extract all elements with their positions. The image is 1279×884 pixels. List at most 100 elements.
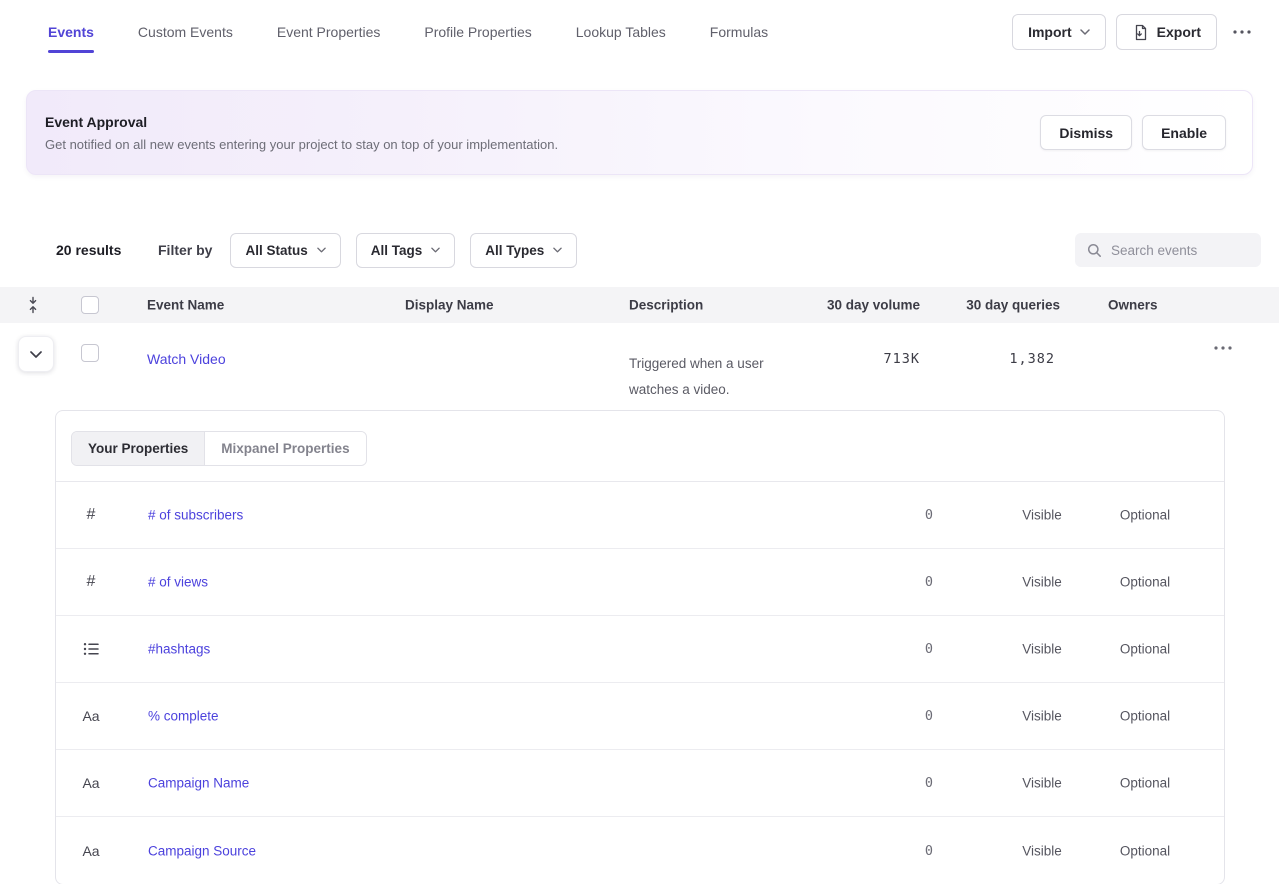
property-name-link[interactable]: % complete <box>148 709 219 724</box>
visibility-select[interactable]: Visible <box>992 575 1092 590</box>
filter-bar: 20 results Filter by All Status All Tags… <box>0 232 1279 268</box>
visibility-select[interactable]: Visible <box>992 508 1092 523</box>
chevron-down-icon <box>30 351 42 358</box>
select-all-checkbox[interactable] <box>81 296 99 314</box>
property-row: #hashtags 0 Visible Optional <box>56 616 1224 683</box>
top-nav: Events Custom Events Event Properties Pr… <box>0 0 1279 64</box>
export-icon <box>1132 24 1149 41</box>
visibility-select[interactable]: Visible <box>992 843 1092 858</box>
filter-by-label: Filter by <box>158 242 212 258</box>
event-queries: 1,382 <box>905 351 1055 367</box>
search-icon <box>1087 243 1102 258</box>
results-count: 20 results <box>56 242 134 258</box>
tab-events[interactable]: Events <box>48 24 94 40</box>
more-icon <box>1214 346 1232 350</box>
property-name-link[interactable]: # of subscribers <box>148 508 243 523</box>
requirement-select[interactable]: Optional <box>1095 709 1195 724</box>
status-filter-dropdown[interactable]: All Status <box>230 233 340 268</box>
property-count: 0 <box>734 843 934 859</box>
enable-button[interactable]: Enable <box>1142 115 1226 150</box>
tags-filter-dropdown[interactable]: All Tags <box>356 233 456 268</box>
types-filter-dropdown[interactable]: All Types <box>470 233 577 268</box>
chevron-down-icon <box>1080 29 1090 35</box>
text-type-icon: Aa <box>76 843 106 859</box>
property-count: 0 <box>734 775 934 791</box>
event-name-link[interactable]: Watch Video <box>147 351 226 367</box>
column-30-day-volume: 30 day volume <box>770 298 920 313</box>
text-type-icon: Aa <box>76 775 106 791</box>
number-type-icon: # <box>76 573 106 591</box>
column-display-name: Display Name <box>405 298 494 313</box>
requirement-select[interactable]: Optional <box>1095 843 1195 858</box>
property-name-link[interactable]: Campaign Source <box>148 843 256 858</box>
column-event-name: Event Name <box>147 298 224 313</box>
properties-panel: Your Properties Mixpanel Properties # # … <box>55 410 1225 884</box>
export-button-label: Export <box>1157 24 1201 40</box>
property-count: 0 <box>734 574 934 590</box>
visibility-select[interactable]: Visible <box>992 642 1092 657</box>
status-filter-label: All Status <box>245 243 307 258</box>
property-count: 0 <box>734 641 934 657</box>
property-row: Aa % complete 0 Visible Optional <box>56 683 1224 750</box>
row-actions-button[interactable] <box>1206 338 1240 358</box>
text-type-icon: Aa <box>76 708 106 724</box>
tab-mixpanel-properties[interactable]: Mixpanel Properties <box>205 432 365 465</box>
export-button[interactable]: Export <box>1116 14 1217 50</box>
chevron-down-icon <box>317 247 326 253</box>
column-30-day-queries: 30 day queries <box>905 298 1060 313</box>
column-description: Description <box>629 298 703 313</box>
property-count: 0 <box>734 708 934 724</box>
property-name-link[interactable]: #hashtags <box>148 642 210 657</box>
table-header: Event Name Display Name Description 30 d… <box>0 287 1279 323</box>
lexicon-page: Events Custom Events Event Properties Pr… <box>0 0 1279 884</box>
tab-formulas[interactable]: Formulas <box>710 24 768 40</box>
property-name-link[interactable]: # of views <box>148 575 208 590</box>
property-row: # # of views 0 Visible Optional <box>56 549 1224 616</box>
tab-profile-properties[interactable]: Profile Properties <box>424 24 531 40</box>
collapse-all-icon <box>26 297 40 314</box>
tab-custom-events[interactable]: Custom Events <box>138 24 233 40</box>
banner-description: Get notified on all new events entering … <box>45 137 558 152</box>
requirement-select[interactable]: Optional <box>1095 575 1195 590</box>
banner-actions: Dismiss Enable <box>1040 115 1226 150</box>
property-row: Aa Campaign Name 0 Visible Optional <box>56 750 1224 817</box>
tab-your-properties[interactable]: Your Properties <box>72 432 205 465</box>
more-options-button[interactable] <box>1227 22 1257 42</box>
table-row: Watch Video Triggered when a user watche… <box>0 323 1279 393</box>
properties-tabs: Your Properties Mixpanel Properties <box>71 431 367 466</box>
property-name-link[interactable]: Campaign Name <box>148 776 249 791</box>
banner-text: Event Approval Get notified on all new e… <box>45 114 558 152</box>
types-filter-label: All Types <box>485 243 544 258</box>
row-checkbox[interactable] <box>81 344 99 362</box>
requirement-select[interactable]: Optional <box>1095 776 1195 791</box>
property-count: 0 <box>734 507 934 523</box>
nav-actions: Import Export <box>1012 14 1257 50</box>
event-approval-banner: Event Approval Get notified on all new e… <box>26 90 1253 175</box>
tab-event-properties[interactable]: Event Properties <box>277 24 381 40</box>
import-button[interactable]: Import <box>1012 14 1106 50</box>
search-box <box>1075 233 1261 267</box>
search-input[interactable] <box>1111 243 1249 258</box>
tab-lookup-tables[interactable]: Lookup Tables <box>576 24 666 40</box>
collapse-all-button[interactable] <box>26 297 40 314</box>
nav-tabs: Events Custom Events Event Properties Pr… <box>48 24 768 40</box>
event-volume: 713K <box>770 351 920 367</box>
property-row: # # of subscribers 0 Visible Optional <box>56 482 1224 549</box>
import-button-label: Import <box>1028 24 1072 40</box>
dismiss-button[interactable]: Dismiss <box>1040 115 1132 150</box>
chevron-down-icon <box>431 247 440 253</box>
expand-row-button[interactable] <box>18 336 54 372</box>
visibility-select[interactable]: Visible <box>992 709 1092 724</box>
properties-tabs-bar: Your Properties Mixpanel Properties <box>56 411 1224 482</box>
chevron-down-icon <box>553 247 562 253</box>
tags-filter-label: All Tags <box>371 243 423 258</box>
number-type-icon: # <box>76 506 106 524</box>
list-type-icon <box>76 642 106 656</box>
requirement-select[interactable]: Optional <box>1095 642 1195 657</box>
visibility-select[interactable]: Visible <box>992 776 1092 791</box>
banner-title: Event Approval <box>45 114 558 130</box>
requirement-select[interactable]: Optional <box>1095 508 1195 523</box>
column-owners: Owners <box>1108 298 1158 313</box>
property-row: Aa Campaign Source 0 Visible Optional <box>56 817 1224 884</box>
more-icon <box>1233 30 1251 34</box>
